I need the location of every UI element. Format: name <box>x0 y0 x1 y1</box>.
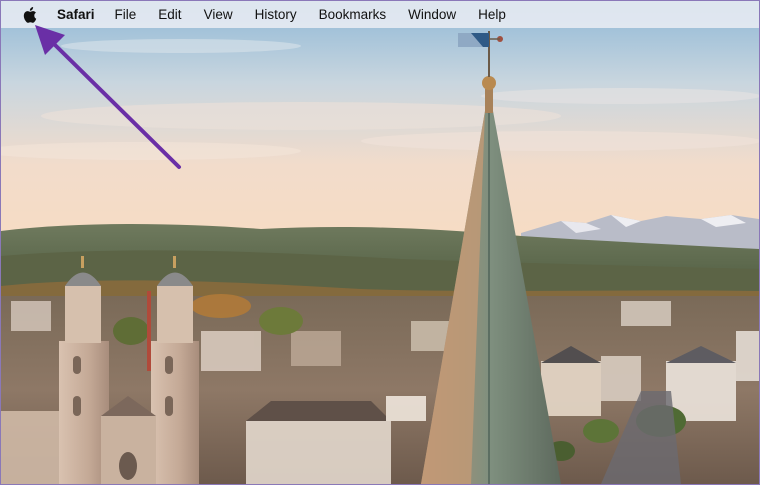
screenshot-frame: Safari File Edit View History Bookmarks … <box>0 0 760 485</box>
menu-bookmarks[interactable]: Bookmarks <box>319 7 387 22</box>
apple-logo-icon[interactable] <box>22 6 38 23</box>
menu-bar: Safari File Edit View History Bookmarks … <box>1 1 759 28</box>
menu-window[interactable]: Window <box>408 7 456 22</box>
menu-view[interactable]: View <box>204 7 233 22</box>
menu-help[interactable]: Help <box>478 7 506 22</box>
menu-file[interactable]: File <box>115 7 137 22</box>
desktop-wallpaper <box>1 1 759 484</box>
menu-history[interactable]: History <box>255 7 297 22</box>
menu-app-safari[interactable]: Safari <box>57 7 95 22</box>
menu-edit[interactable]: Edit <box>158 7 181 22</box>
